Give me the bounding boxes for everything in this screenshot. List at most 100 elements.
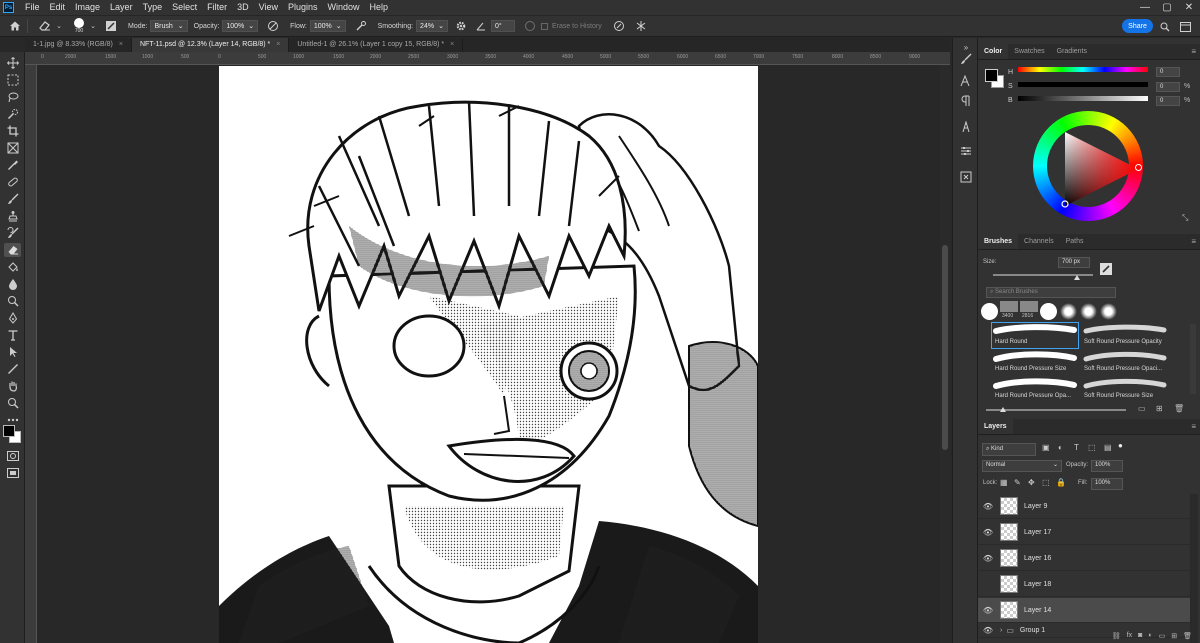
mask-icon[interactable]: ◙ bbox=[1138, 632, 1142, 639]
opacity-field[interactable]: 100% ⌄ bbox=[222, 20, 259, 32]
paragraph-icon[interactable] bbox=[959, 94, 973, 108]
filter-toggle-icon[interactable]: ● bbox=[1118, 441, 1123, 450]
gear-icon[interactable] bbox=[454, 19, 468, 33]
menu-image[interactable]: Image bbox=[70, 0, 105, 15]
trash-icon[interactable]: 🗑 bbox=[1183, 632, 1192, 640]
quick-mask-icon[interactable] bbox=[4, 449, 21, 463]
history-brush-tool-icon[interactable] bbox=[4, 226, 21, 240]
preview-size-slider[interactable] bbox=[986, 409, 1126, 411]
paint-bucket-tool-icon[interactable] bbox=[4, 260, 21, 274]
hue-ring-marker[interactable] bbox=[1135, 164, 1142, 171]
menu-view[interactable]: View bbox=[254, 0, 283, 15]
recent-brush-soft[interactable] bbox=[1100, 303, 1117, 320]
layer-row[interactable]: Layer 18 bbox=[978, 572, 1190, 597]
angle-icon[interactable] bbox=[474, 19, 488, 33]
lock-artboard-icon[interactable]: ⬚ bbox=[1042, 478, 1050, 487]
healing-brush-tool-icon[interactable] bbox=[4, 175, 21, 189]
mode-select[interactable]: Brush ⌄ bbox=[150, 20, 188, 32]
trash-icon[interactable]: 🗑 bbox=[1174, 404, 1184, 413]
blur-tool-icon[interactable] bbox=[4, 277, 21, 291]
panel-menu-icon[interactable]: ≡ bbox=[1191, 422, 1196, 431]
eraser-tool-icon[interactable] bbox=[4, 243, 21, 257]
frame-tool-icon[interactable] bbox=[4, 141, 21, 155]
menu-window[interactable]: Window bbox=[323, 0, 365, 15]
recent-brush-soft[interactable] bbox=[1080, 303, 1097, 320]
screen-mode-icon[interactable] bbox=[4, 466, 21, 480]
color-foreground-swatch[interactable] bbox=[985, 69, 998, 82]
home-icon[interactable] bbox=[8, 19, 22, 33]
brush-preset-label[interactable]: Soft Round Pressure Opaci... bbox=[1084, 366, 1162, 372]
color-triangle[interactable] bbox=[1058, 130, 1142, 208]
eye-icon[interactable]: 👁 bbox=[978, 502, 998, 511]
recent-brush-round[interactable] bbox=[1040, 303, 1057, 320]
airbrush-icon[interactable] bbox=[354, 19, 368, 33]
brush-preview-icon[interactable] bbox=[1100, 263, 1112, 275]
clone-source-icon[interactable] bbox=[959, 170, 973, 184]
menu-filter[interactable]: Filter bbox=[202, 0, 232, 15]
eye-icon[interactable]: 👁 bbox=[978, 528, 998, 537]
brush-preset-picker[interactable]: 700 bbox=[74, 18, 84, 34]
brush-preset-label[interactable]: Hard Round Pressure Opa... bbox=[995, 393, 1071, 399]
quick-selection-tool-icon[interactable] bbox=[4, 107, 21, 121]
link-layers-icon[interactable]: ⛓ bbox=[1112, 632, 1121, 640]
blend-mode-select[interactable]: Normal ⌄ bbox=[982, 460, 1062, 472]
lock-position-icon[interactable]: ✥ bbox=[1028, 478, 1035, 487]
share-button[interactable]: Share bbox=[1122, 19, 1153, 33]
layer-opacity-field[interactable]: 100% bbox=[1091, 460, 1123, 472]
pressure-brush-icon[interactable] bbox=[612, 19, 626, 33]
hand-tool-icon[interactable] bbox=[4, 379, 21, 393]
foreground-color-swatch[interactable] bbox=[3, 425, 15, 437]
menu-select[interactable]: Select bbox=[167, 0, 202, 15]
adjustments-icon[interactable] bbox=[959, 144, 973, 158]
brush-preset-label[interactable]: Soft Round Pressure Size bbox=[1084, 393, 1153, 399]
character-icon[interactable] bbox=[959, 74, 973, 88]
symmetry-icon[interactable] bbox=[634, 19, 648, 33]
layer-row[interactable]: 👁 Layer 17 bbox=[978, 520, 1190, 545]
saturation-value[interactable]: 0 bbox=[1156, 82, 1180, 92]
close-window-button[interactable]: ✕ bbox=[1178, 0, 1200, 15]
path-selection-tool-icon[interactable] bbox=[4, 345, 21, 359]
layer-row[interactable]: 👁 Layer 9 bbox=[978, 494, 1190, 519]
document-tab-active[interactable]: NFT-11.psd @ 12.3% (Layer 14, RGB/8) * × bbox=[131, 38, 290, 52]
preview-size-thumb[interactable] bbox=[1000, 407, 1006, 412]
lasso-tool-icon[interactable] bbox=[4, 90, 21, 104]
smoothing-field[interactable]: 24% ⌄ bbox=[416, 20, 448, 32]
new-group-icon[interactable]: ▭ bbox=[1159, 632, 1166, 640]
menu-file[interactable]: File bbox=[20, 0, 45, 15]
document-tab[interactable]: Untitled-1 @ 26.1% (Layer 1 copy 15, RGB… bbox=[289, 38, 464, 52]
minimize-button[interactable]: — bbox=[1134, 0, 1156, 15]
chevron-down-icon[interactable]: ⌄ bbox=[86, 19, 100, 33]
crop-tool-icon[interactable] bbox=[4, 124, 21, 138]
menu-layer[interactable]: Layer bbox=[105, 0, 138, 15]
filter-adjustment-icon[interactable]: ◐ bbox=[1058, 443, 1063, 452]
flow-field[interactable]: 100% ⌄ bbox=[309, 20, 346, 32]
eraser-tool-icon[interactable] bbox=[37, 19, 51, 33]
recent-brush-2816[interactable] bbox=[1020, 301, 1038, 312]
layer-row[interactable]: 👁 Layer 16 bbox=[978, 546, 1190, 571]
fx-icon[interactable]: fx bbox=[1127, 632, 1132, 639]
maximize-button[interactable]: ▢ bbox=[1156, 0, 1178, 15]
new-brush-icon[interactable]: ⊞ bbox=[1156, 404, 1163, 413]
search-icon[interactable] bbox=[1158, 20, 1172, 34]
tab-color[interactable]: Color bbox=[978, 44, 1009, 59]
scrollbar-thumb[interactable] bbox=[942, 245, 948, 450]
workspace-icon[interactable] bbox=[1178, 20, 1192, 34]
type-tool-icon[interactable] bbox=[4, 328, 21, 342]
line-tool-icon[interactable] bbox=[4, 362, 21, 376]
brush-list-scrollbar[interactable] bbox=[1190, 324, 1196, 394]
recent-brush-soft[interactable] bbox=[1060, 303, 1077, 320]
panel-menu-icon[interactable]: ≡ bbox=[1191, 47, 1196, 56]
chevron-down-icon[interactable]: ⌄ bbox=[52, 19, 66, 33]
zoom-tool-icon[interactable] bbox=[4, 396, 21, 410]
pressure-opacity-icon[interactable] bbox=[266, 19, 280, 33]
eye-icon[interactable]: 👁 bbox=[978, 554, 998, 563]
layers-scrollbar[interactable] bbox=[1190, 494, 1198, 643]
brightness-slider[interactable] bbox=[1018, 96, 1148, 101]
tab-swatches[interactable]: Swatches bbox=[1008, 44, 1050, 59]
document-tab[interactable]: 1-1.jpg @ 8.33% (RGB/8) × bbox=[25, 38, 132, 52]
brush-tool-icon[interactable] bbox=[4, 192, 21, 206]
tab-brushes[interactable]: Brushes bbox=[978, 234, 1019, 249]
new-layer-icon[interactable]: ⊞ bbox=[1171, 632, 1177, 640]
brush-search-input[interactable]: ⌕ Search Brushes bbox=[986, 287, 1116, 298]
panel-menu-icon[interactable]: ≡ bbox=[1191, 237, 1196, 246]
